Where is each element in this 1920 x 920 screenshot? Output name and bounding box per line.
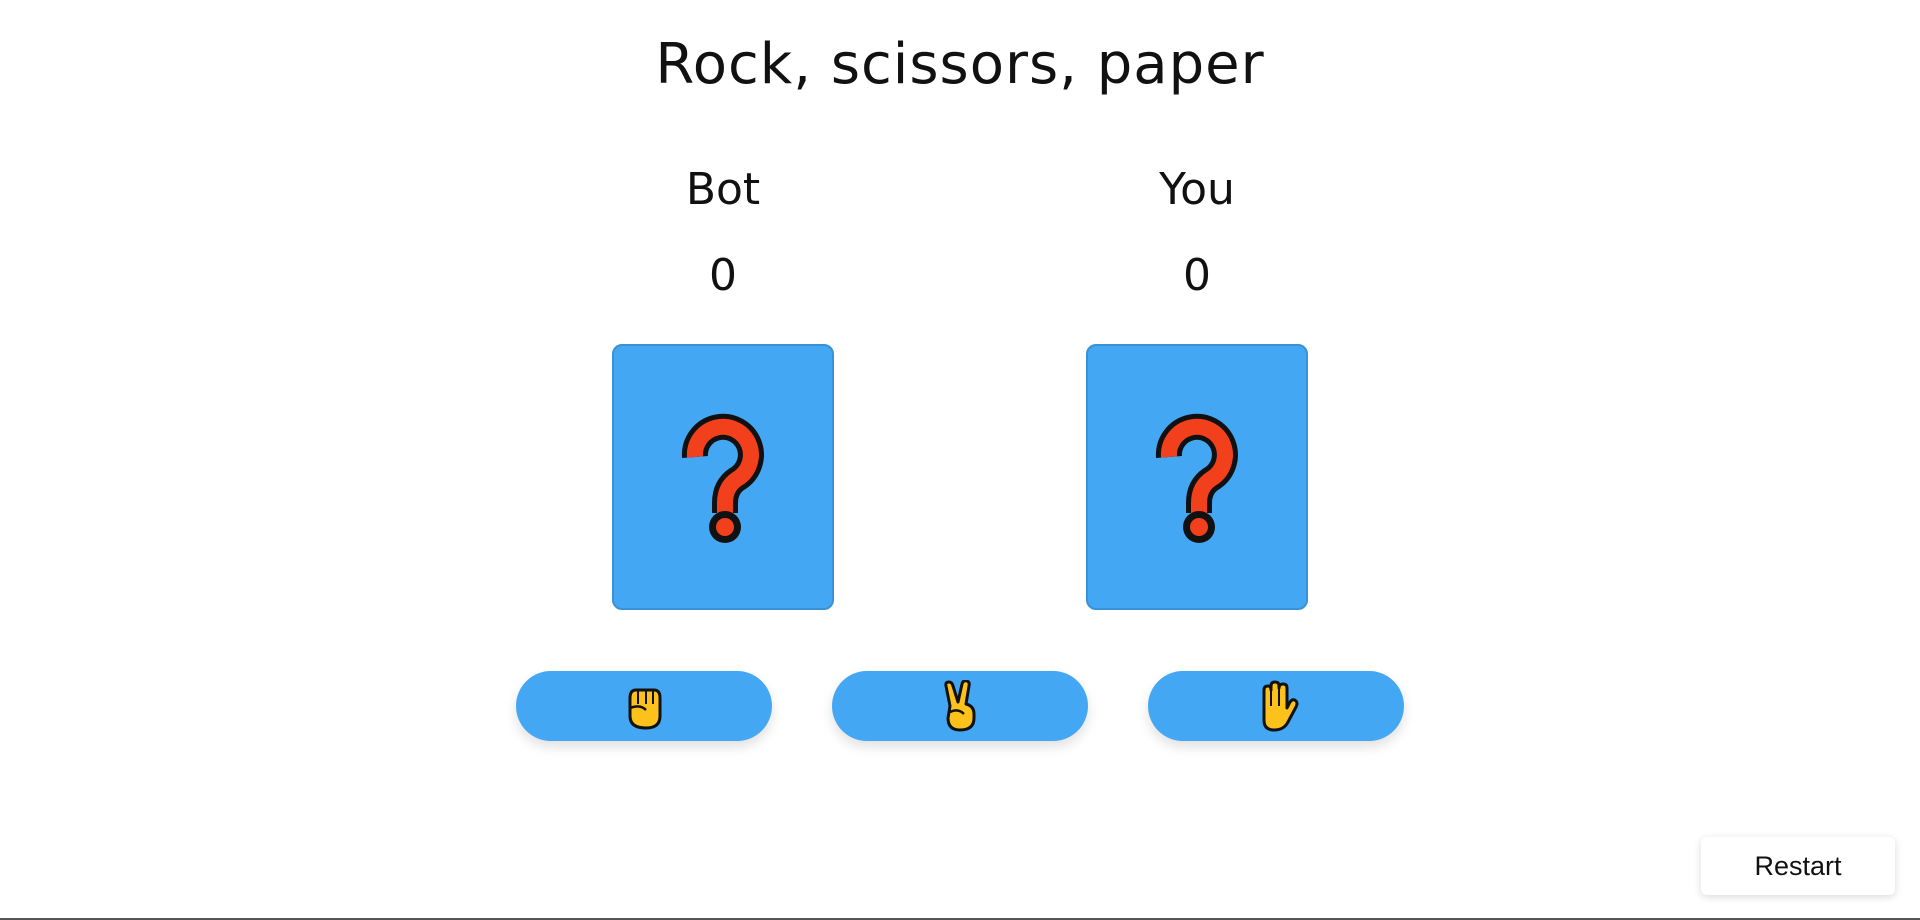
game-page: Rock, scissors, paper Bot 0 You 0 Restar… — [0, 0, 1920, 920]
victory-hand-icon — [944, 680, 976, 732]
you-panel: You 0 — [1077, 160, 1317, 306]
rock-button[interactable] — [516, 671, 772, 741]
question-mark-icon — [681, 413, 764, 543]
question-mark-icon — [1155, 413, 1238, 543]
you-score: 0 — [1183, 250, 1211, 301]
scissors-button[interactable] — [832, 671, 1088, 741]
paper-button[interactable] — [1148, 671, 1404, 741]
bot-score: 0 — [709, 250, 737, 301]
raised-hand-icon — [1262, 680, 1299, 732]
you-card — [1086, 344, 1308, 610]
you-name: You — [1159, 164, 1235, 215]
bot-card — [612, 344, 834, 610]
bot-panel: Bot 0 — [603, 160, 843, 306]
page-title: Rock, scissors, paper — [655, 32, 1265, 97]
restart-button[interactable]: Restart — [1701, 837, 1895, 895]
bot-name: Bot — [685, 164, 761, 215]
raised-fist-icon — [628, 688, 662, 730]
